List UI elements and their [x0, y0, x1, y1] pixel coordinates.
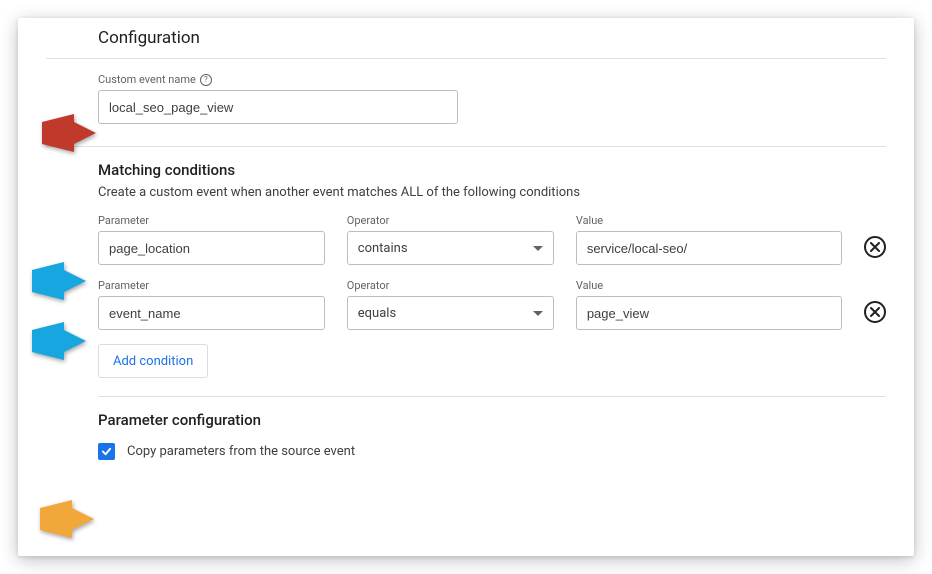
matching-heading: Matching conditions	[98, 161, 886, 179]
annotation-arrow-icon	[32, 322, 86, 360]
condition-row: Parameter Operator equals Value	[98, 279, 886, 330]
parameter-input[interactable]	[98, 296, 325, 330]
custom-event-block: Custom event name ?	[98, 73, 886, 124]
parameter-label: Parameter	[98, 214, 325, 227]
annotation-arrow-icon	[40, 500, 94, 538]
chevron-down-icon	[533, 311, 543, 316]
divider	[46, 146, 886, 147]
custom-event-name-input[interactable]	[98, 90, 458, 124]
condition-row: Parameter Operator contains Value	[98, 214, 886, 265]
parameter-label: Parameter	[98, 279, 325, 292]
param-config-heading: Parameter configuration	[98, 411, 886, 429]
page-title: Configuration	[98, 28, 886, 48]
custom-event-label: Custom event name ?	[98, 73, 886, 86]
operator-value: contains	[358, 241, 408, 256]
operator-value: equals	[358, 306, 396, 321]
add-condition-label: Add condition	[113, 354, 193, 369]
annotation-arrow-icon	[32, 262, 86, 300]
value-input[interactable]	[576, 296, 842, 330]
operator-label: Operator	[347, 214, 554, 227]
remove-condition-button[interactable]	[864, 236, 886, 258]
copy-params-checkbox[interactable]	[98, 443, 115, 460]
operator-select[interactable]: equals	[347, 296, 554, 330]
chevron-down-icon	[533, 246, 543, 251]
add-condition-button[interactable]: Add condition	[98, 344, 208, 378]
close-icon	[870, 242, 880, 252]
check-icon	[101, 446, 112, 457]
value-label: Value	[576, 214, 842, 227]
help-icon[interactable]: ?	[200, 74, 212, 86]
matching-conditions-block: Matching conditions Create a custom even…	[98, 161, 886, 460]
value-input[interactable]	[576, 231, 842, 265]
copy-params-label: Copy parameters from the source event	[127, 444, 355, 459]
configuration-panel: Configuration Custom event name ? Matchi…	[18, 18, 914, 556]
copy-params-row: Copy parameters from the source event	[98, 443, 886, 460]
parameter-input[interactable]	[98, 231, 325, 265]
value-label: Value	[576, 279, 842, 292]
custom-event-label-text: Custom event name	[98, 73, 196, 86]
matching-description: Create a custom event when another event…	[98, 185, 886, 200]
close-icon	[870, 307, 880, 317]
remove-condition-button[interactable]	[864, 301, 886, 323]
operator-select[interactable]: contains	[347, 231, 554, 265]
divider	[98, 396, 886, 397]
divider	[46, 58, 886, 59]
operator-label: Operator	[347, 279, 554, 292]
